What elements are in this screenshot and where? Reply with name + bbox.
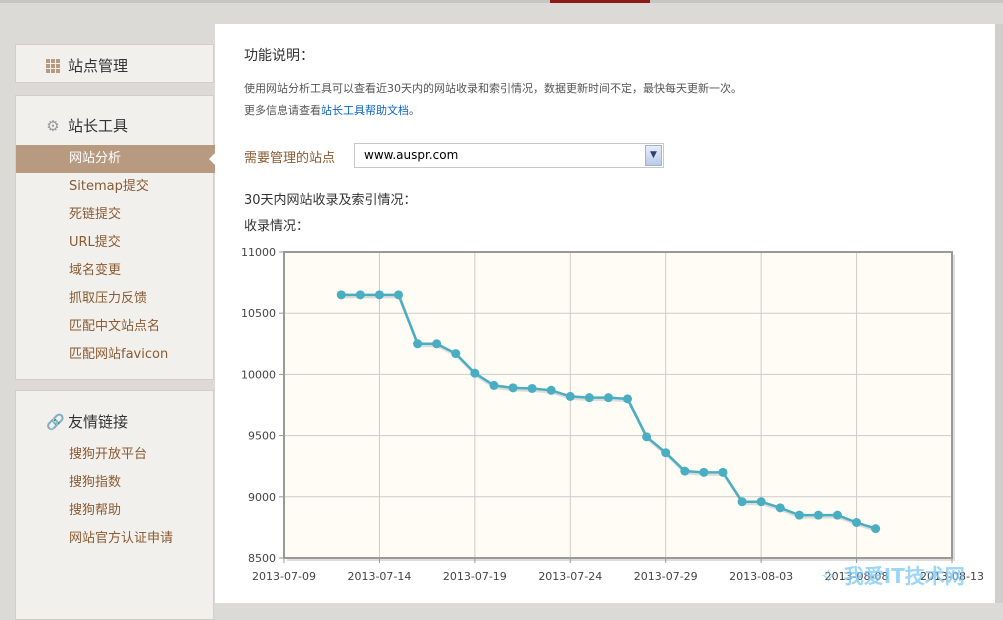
sidebar-item[interactable]: 匹配中文站点名	[16, 313, 215, 341]
data-point	[451, 349, 461, 359]
site-manage-panel[interactable]: 站点管理	[15, 44, 214, 83]
data-point	[432, 339, 442, 349]
x-tick-label: 2013-07-24	[538, 570, 602, 583]
x-tick-label: 2013-07-29	[634, 570, 698, 583]
data-point	[527, 383, 537, 393]
sidebar-item[interactable]: 死链提交	[16, 201, 215, 229]
x-tick-label: 2013-08-03	[729, 570, 793, 583]
data-point	[394, 290, 404, 300]
data-point	[336, 290, 346, 300]
link-icon: 🔗	[46, 412, 65, 431]
top-bar	[0, 0, 1003, 3]
sidebar-item[interactable]: 匹配网站favicon	[16, 341, 215, 369]
data-point	[623, 394, 633, 404]
links-title: 友情链接	[68, 413, 129, 431]
more-prefix: 更多信息请查看	[244, 104, 321, 117]
data-point	[546, 385, 556, 395]
sidebar-item[interactable]: 抓取压力反馈	[16, 285, 215, 313]
chart-title: 收录情况：	[244, 219, 310, 234]
data-point	[852, 518, 862, 528]
data-point	[374, 290, 384, 300]
data-point	[756, 497, 766, 507]
grid-icon	[46, 58, 60, 73]
site-manage-link[interactable]: 站点管理	[46, 55, 128, 76]
data-point	[603, 393, 613, 403]
more-info: 更多信息请查看站长工具帮助文档。	[244, 102, 420, 118]
x-tick-label: 2013-07-19	[443, 570, 507, 583]
data-point	[584, 393, 594, 403]
tools-panel: ⚙ 站长工具 网站分析 Sitemap提交 死链提交 URL提交 域名变更 抓取压力反馈匹…	[15, 95, 216, 380]
data-point	[718, 467, 728, 477]
sidebar-item[interactable]: 搜狗开放平台	[16, 441, 215, 469]
sidebar-item[interactable]: 搜狗指数	[16, 469, 215, 497]
links-panel: 🔗 友情链接 搜狗开放平台 搜狗指数 搜狗帮助 网站官方认证申请	[15, 390, 214, 620]
gear-icon: ⚙	[46, 116, 60, 135]
data-point	[813, 510, 823, 520]
sidebar-item[interactable]: 网站分析	[16, 145, 216, 173]
data-point	[680, 466, 690, 476]
y-tick-label: 9500	[248, 430, 276, 443]
y-tick-label: 10500	[241, 307, 276, 320]
sidebar-item[interactable]: 搜狗帮助	[16, 497, 215, 525]
chevron-down-icon[interactable]: ▼	[645, 145, 662, 166]
data-point	[661, 448, 671, 458]
data-point	[642, 432, 652, 442]
sidebar-item[interactable]: 网站官方认证申请	[16, 525, 215, 553]
x-tick-label: 2013-07-14	[347, 570, 411, 583]
data-point	[508, 383, 518, 393]
data-point	[699, 467, 709, 477]
watermark-logo: ✧ 我爱IT技术网	[820, 564, 965, 588]
more-suffix: 。	[409, 104, 420, 117]
data-point	[565, 391, 575, 401]
y-tick-label: 11000	[241, 246, 276, 259]
section-title: 30天内网站收录及索引情况：	[244, 193, 417, 208]
data-point	[489, 380, 499, 390]
tools-title: 站长工具	[68, 117, 129, 135]
data-point	[413, 339, 423, 349]
y-tick-label: 10000	[241, 368, 276, 381]
tools-heading: ⚙ 站长工具	[46, 115, 128, 136]
data-point	[737, 497, 747, 507]
sidebar-item[interactable]: Sitemap提交	[16, 173, 215, 201]
links-heading: 🔗 友情链接	[46, 411, 128, 432]
y-tick-label: 8500	[248, 552, 276, 565]
feature-title: 功能说明：	[244, 48, 314, 64]
feature-desc: 使用网站分析工具可以查看近30天内的网站收录和索引情况，数据更新时间不定，最快每…	[244, 82, 742, 95]
data-point	[871, 524, 881, 534]
data-point	[775, 503, 785, 513]
site-select-value: www.auspr.com	[364, 148, 459, 162]
data-point	[470, 368, 480, 378]
y-tick-label: 9000	[248, 491, 276, 504]
site-label: 需要管理的站点	[244, 151, 336, 166]
data-point	[832, 510, 842, 520]
data-point	[355, 290, 365, 300]
help-doc-link[interactable]: 站长工具帮助文档	[321, 104, 409, 117]
site-select[interactable]: www.auspr.com ▼	[354, 143, 664, 168]
sidebar-item[interactable]: 域名变更	[16, 257, 215, 285]
sidebar-item[interactable]: URL提交	[16, 229, 215, 257]
site-manage-label: 站点管理	[68, 57, 129, 75]
index-chart: 11000 10500 10000 9500 9000 8500 2013-07-09 201…	[241, 246, 984, 583]
top-accent	[550, 0, 650, 3]
data-point	[794, 510, 804, 520]
x-tick-label: 2013-07-09	[252, 570, 316, 583]
